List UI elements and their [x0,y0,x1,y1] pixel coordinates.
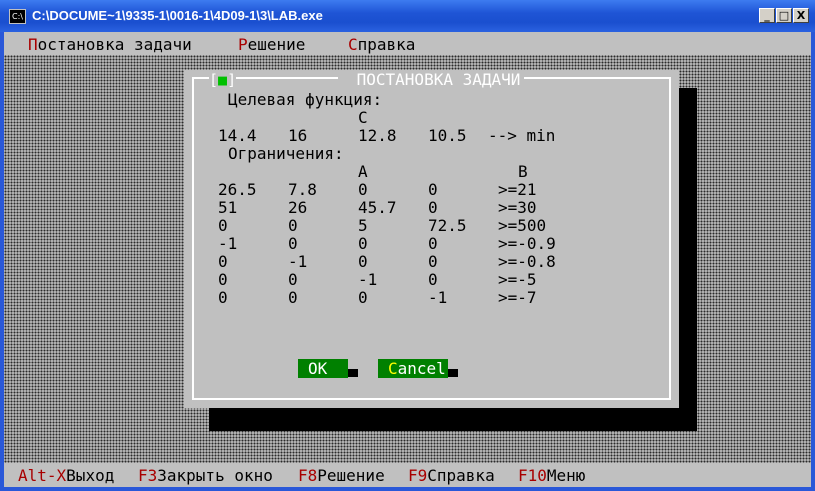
a-matrix-cell[interactable]: 72.5 [428,216,467,235]
a-matrix-cell[interactable]: 51 [218,198,237,217]
minimize-button[interactable]: _ [759,8,775,23]
objective-label: Целевая функция: [228,90,383,109]
a-matrix-cell[interactable]: -1 [218,234,237,253]
b-bound-cell[interactable]: >=-7 [498,288,537,307]
c-value[interactable]: 14.4 [218,126,257,145]
a-matrix-cell[interactable]: -1 [288,252,307,271]
a-matrix-cell[interactable]: 5 [358,216,368,235]
c-value[interactable]: 16 [288,126,307,145]
a-matrix-cell[interactable]: 0 [218,288,228,307]
a-matrix-cell[interactable]: -1 [428,288,447,307]
a-matrix-cell[interactable]: -1 [358,270,377,289]
window-title: C:\DOCUME~1\9335-1\0016-1\4D09-1\3\LAB.e… [32,8,323,23]
b-bound-cell[interactable]: >=500 [498,216,546,235]
a-matrix-cell[interactable]: 0 [428,198,438,217]
status-menu[interactable]: F10Меню [518,466,585,486]
a-matrix-cell[interactable]: 0 [428,234,438,253]
a-header: A [358,162,368,181]
maximize-button[interactable]: □ [776,8,792,23]
menu-item-solution[interactable]: Решение [238,35,305,55]
b-header: B [518,162,528,181]
status-solution[interactable]: F8Решение [298,466,385,486]
a-matrix-cell[interactable]: 0 [428,180,438,199]
b-bound-cell[interactable]: >=-0.8 [498,252,556,271]
b-bound-cell[interactable]: >=21 [498,180,537,199]
a-matrix-cell[interactable]: 0 [218,252,228,271]
a-matrix-cell[interactable]: 26 [288,198,307,217]
a-matrix-cell[interactable]: 0 [288,270,298,289]
menu-item-help[interactable]: Справка [348,35,415,55]
a-matrix-cell[interactable]: 0 [358,288,368,307]
status-close-window[interactable]: F3Закрыть окно [138,466,273,486]
a-matrix-cell[interactable]: 0 [288,216,298,235]
b-bound-cell[interactable]: >=30 [498,198,537,217]
a-matrix-cell[interactable]: 0 [358,234,368,253]
dialog-close-icon[interactable]: [■] [209,71,237,89]
optimization-direction: --> min [488,126,556,145]
a-matrix-cell[interactable]: 45.7 [358,198,397,217]
a-matrix-cell[interactable]: 0 [288,288,298,307]
dialog-title: ПОСТАНОВКА ЗАДАЧИ [347,70,531,89]
console-area: Постановка задачи Решение Справка ПОСТАН… [4,32,811,487]
b-bound-cell[interactable]: >=-5 [498,270,537,289]
status-help[interactable]: F9Справка [408,466,495,486]
ok-button[interactable]: OK [298,359,348,378]
status-exit[interactable]: Alt-XВыход [18,466,114,486]
c-value[interactable]: 12.8 [358,126,397,145]
constraints-label: Ограничения: [228,144,344,163]
a-matrix-cell[interactable]: 0 [218,270,228,289]
a-matrix-cell[interactable]: 0 [428,252,438,271]
b-bound-cell[interactable]: >=-0.9 [498,234,556,253]
c-header: C [358,108,368,127]
a-matrix-cell[interactable]: 0 [358,180,368,199]
cancel-button[interactable]: Cancel [378,359,448,378]
a-matrix-cell[interactable]: 7.8 [288,180,317,199]
a-matrix-cell[interactable]: 0 [288,234,298,253]
a-matrix-cell[interactable]: 0 [428,270,438,289]
menu-item-problem-setup[interactable]: Постановка задачи [28,35,192,55]
a-matrix-cell[interactable]: 26.5 [218,180,257,199]
close-button[interactable]: X [793,8,809,23]
a-matrix-cell[interactable]: 0 [218,216,228,235]
c-value[interactable]: 10.5 [428,126,467,145]
a-matrix-cell[interactable]: 0 [358,252,368,271]
console-app-icon[interactable]: C:\ [9,9,26,24]
